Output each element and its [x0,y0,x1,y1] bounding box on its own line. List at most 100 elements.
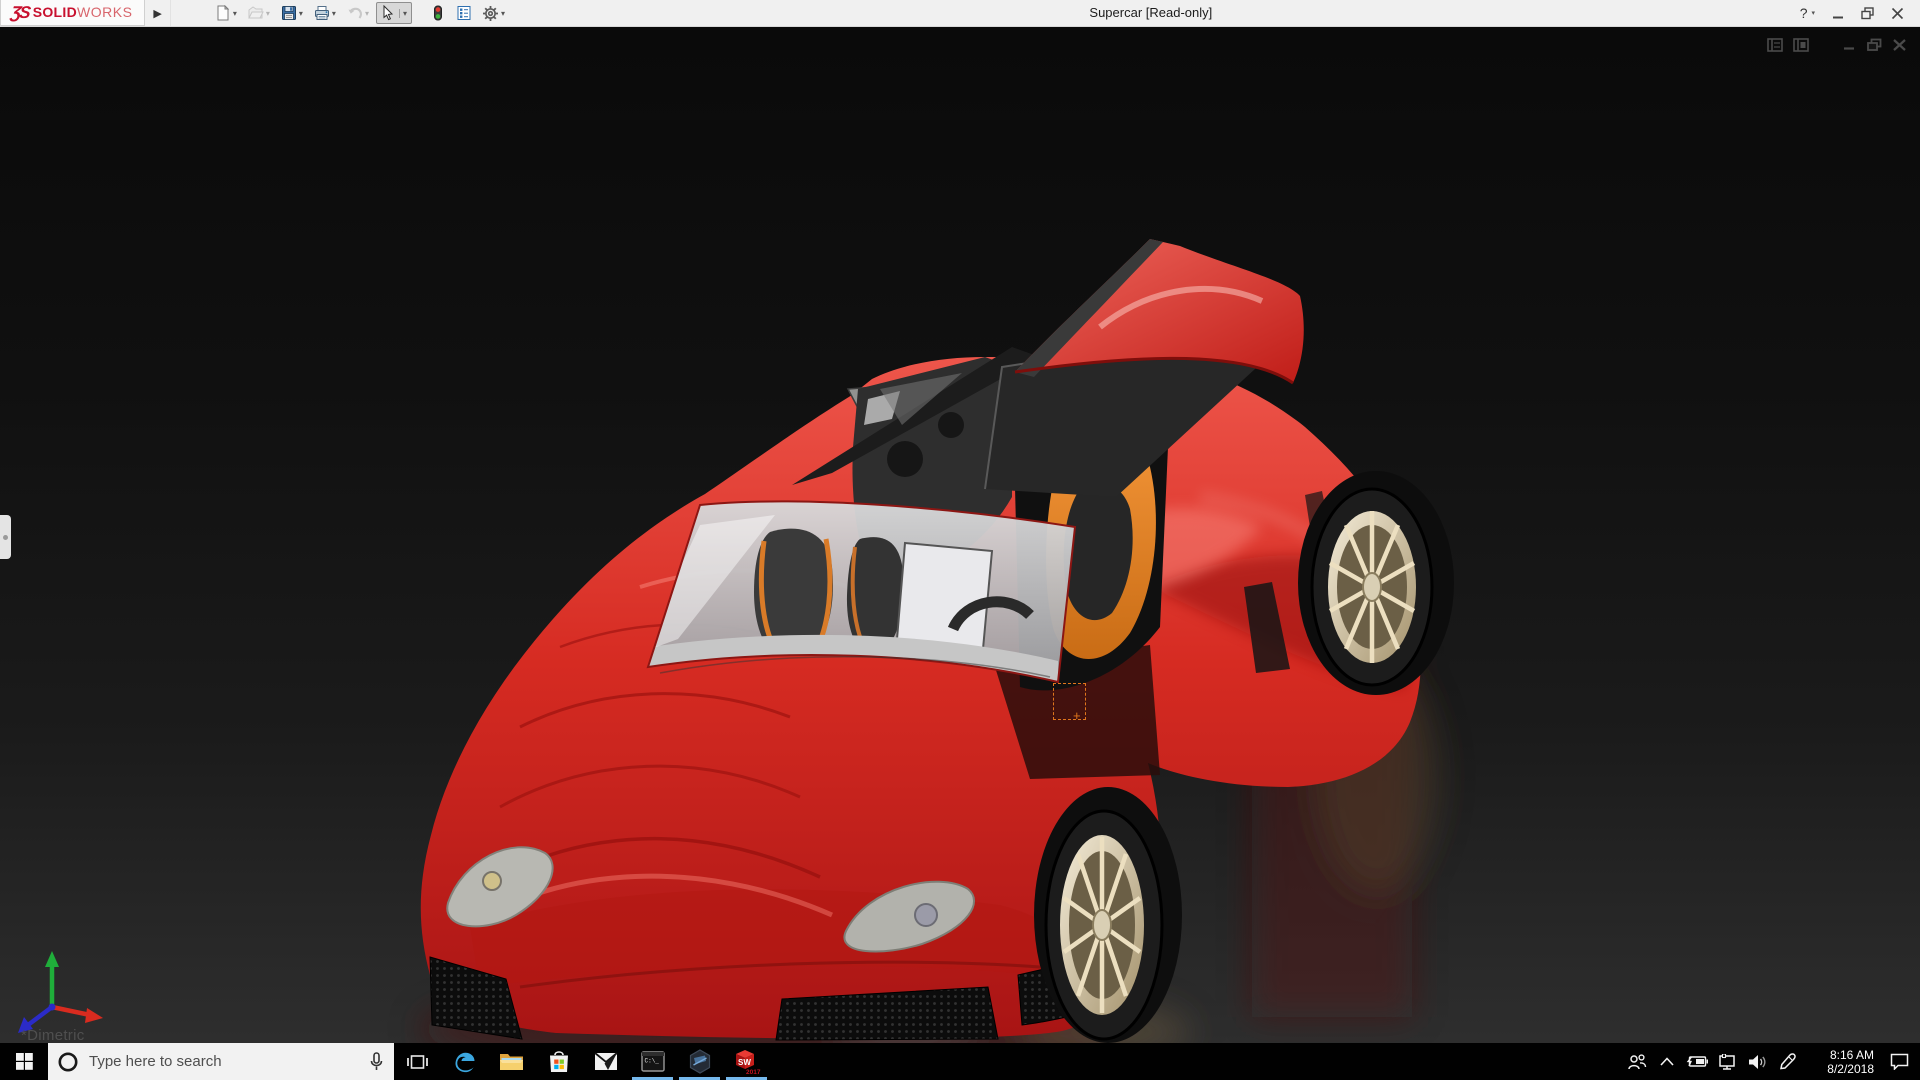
feature-panel-tab[interactable] [0,515,11,559]
orientation-triad [6,947,116,1039]
taskbar-search[interactable] [48,1043,394,1080]
pane-toggle-icon[interactable] [1767,37,1784,53]
restore-button[interactable] [1861,7,1875,20]
window-controls: ? ▾ [1792,0,1920,26]
task-view-button[interactable] [394,1043,441,1080]
save-disk-icon [281,5,297,21]
tray-time: 8:16 AM [1802,1048,1874,1062]
search-input[interactable] [89,1053,359,1070]
minimize-button[interactable] [1832,7,1845,20]
hexagon-app-icon [688,1049,712,1074]
svg-text:2017: 2017 [746,1069,761,1075]
options-button[interactable]: ▾ [478,2,510,25]
pane-toggle-alt-icon[interactable] [1793,37,1810,53]
hidden-icons-button[interactable] [1652,1043,1682,1080]
select-button[interactable]: ▾ [376,2,412,24]
battery-charging-icon [1686,1055,1708,1068]
cortana-icon [57,1051,79,1073]
solidworks-logo[interactable]: ƷS SOLIDWORKS [0,0,145,26]
solidworks-2017-icon: SW 2017 [732,1048,762,1075]
svg-text:SW: SW [738,1058,751,1067]
print-button[interactable]: ▾ [310,2,341,24]
standard-toolbar: ▾ ▾ ▾ [171,0,510,26]
window-title: Supercar [Read-only] [510,0,1792,26]
tray-date: 8/2/2018 [1802,1062,1874,1076]
people-button[interactable] [1622,1043,1652,1080]
edge-icon [453,1050,477,1074]
flyout-arrow-icon: ▶ [153,7,161,20]
file-explorer-icon [499,1051,524,1072]
network-button[interactable] [1712,1043,1742,1080]
system-tray: 8:16 AM 8/2/2018 [1622,1043,1920,1080]
doc-minimize-icon[interactable] [1842,38,1857,52]
file-properties-icon [456,5,472,21]
svg-text:C:\_: C:\_ [644,1058,659,1065]
doc-close-icon[interactable] [1892,38,1907,52]
help-button[interactable]: ? ▾ [1800,5,1816,21]
microphone-icon[interactable] [369,1052,384,1072]
taskbar-app-file-explorer[interactable] [488,1043,535,1080]
pen-button[interactable] [1772,1043,1802,1080]
rear-right-wheel[interactable] [1298,471,1454,695]
chevron-up-icon [1660,1057,1674,1066]
clock[interactable]: 8:16 AM 8/2/2018 [1802,1048,1878,1076]
help-dropdown-caret: ▾ [1810,9,1816,17]
taskbar-app-edge[interactable] [441,1043,488,1080]
undo-arrow-icon [347,5,363,21]
undo-dropdown-caret: ▾ [364,9,370,18]
people-icon [1627,1054,1647,1070]
brand-works: WORKS [77,4,132,20]
taskbar-app-hexagon-3d[interactable] [676,1043,723,1080]
volume-button[interactable] [1742,1043,1772,1080]
help-icon: ? [1800,5,1808,21]
view-orientation-label: *Dimetric [21,1027,85,1043]
options-dropdown-caret[interactable]: ▾ [500,9,506,18]
taskbar-app-solidworks[interactable]: SW 2017 [723,1043,770,1080]
open-dropdown-caret: ▾ [265,9,271,18]
rebuild-traffic-light-icon [430,5,446,21]
titlebar: ƷS SOLIDWORKS ▶ ▾ ▾ [0,0,1920,27]
save-button[interactable]: ▾ [277,2,308,24]
network-icon [1717,1054,1737,1070]
brand-solid: SOLID [33,4,77,20]
rebuild-button[interactable] [426,2,450,24]
undo-button[interactable]: ▾ [343,2,374,24]
mail-icon [594,1052,618,1071]
menu-flyout-button[interactable]: ▶ [145,0,170,26]
selection-plus-icon: + [1073,711,1081,721]
command-prompt-icon: C:\_ [641,1051,665,1072]
gear-icon [482,5,499,22]
pen-icon [1779,1053,1796,1070]
print-dropdown-caret[interactable]: ▾ [331,9,337,18]
doc-restore-icon[interactable] [1866,38,1883,52]
solidworks-logo-icon: ƷS [10,3,31,23]
new-dropdown-caret[interactable]: ▾ [232,9,238,18]
graphics-viewport[interactable]: *Dimetric + [0,27,1920,1043]
select-dropdown-caret[interactable]: ▾ [399,9,408,18]
taskbar-app-command-prompt[interactable]: C:\_ [629,1043,676,1080]
document-window-controls [1767,37,1907,53]
new-document-button[interactable]: ▾ [211,2,242,24]
car-3d-model[interactable] [0,27,1920,1043]
volume-icon [1748,1054,1767,1070]
task-view-icon [407,1053,428,1071]
printer-icon [314,5,330,21]
panel-tab-grip [3,535,8,540]
file-properties-button[interactable] [452,2,476,24]
windows-taskbar: C:\_ SW 2017 [0,1043,1920,1080]
action-center-button[interactable] [1878,1053,1920,1070]
new-document-icon [215,5,231,21]
save-dropdown-caret[interactable]: ▾ [298,9,304,18]
selection-marker: + [1053,683,1086,720]
taskbar-app-store[interactable] [535,1043,582,1080]
front-right-wheel[interactable] [1034,787,1182,1043]
taskbar-app-mail[interactable] [582,1043,629,1080]
battery-button[interactable] [1682,1043,1712,1080]
select-cursor-icon [380,5,396,21]
close-button[interactable] [1891,7,1904,20]
action-center-icon [1890,1053,1909,1070]
open-button[interactable]: ▾ [244,2,275,24]
start-button[interactable] [0,1043,48,1080]
open-folder-icon [248,5,264,21]
windows-logo-icon [16,1053,33,1070]
